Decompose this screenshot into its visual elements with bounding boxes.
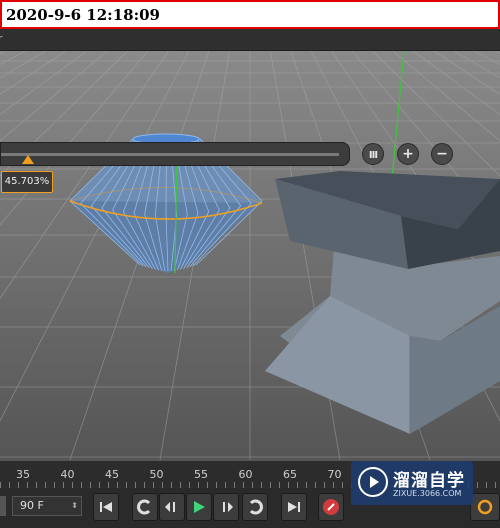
zoom-out-button[interactable]: − — [431, 143, 453, 165]
panels-button[interactable]: III — [362, 143, 384, 165]
goto-end-icon — [288, 502, 300, 512]
3d-viewport[interactable]: III + − 45.703% 网 — [0, 51, 500, 460]
next-key-icon — [249, 499, 263, 515]
viewport-menu-strip: r — [0, 29, 500, 51]
play-forwards-button[interactable] — [213, 493, 239, 521]
viewport-scene[interactable] — [0, 51, 500, 460]
timeline-tick-label: 65 — [283, 468, 297, 481]
timeline-tick-label: 70 — [327, 468, 342, 481]
stepper-icon[interactable]: ⬍ — [71, 497, 78, 515]
slider-value-tooltip: 45.703% — [1, 171, 53, 193]
timeline-tick-label: 60 — [238, 468, 253, 481]
panels-icon: III — [368, 150, 378, 161]
record-key-icon — [323, 499, 339, 515]
play-button[interactable] — [186, 493, 212, 521]
timeline-tick-label: 40 — [60, 468, 75, 481]
play-logo-icon — [358, 467, 388, 497]
timeline-tick-label: 50 — [149, 468, 164, 481]
timestamp-text: 2020-9-6 12:18:09 — [6, 6, 160, 24]
transport-left-handle[interactable] — [0, 496, 6, 516]
prev-key-button[interactable] — [132, 493, 158, 521]
record-button[interactable] — [318, 493, 344, 521]
goto-end-button[interactable] — [281, 493, 307, 521]
next-key-button[interactable] — [242, 493, 268, 521]
play-backwards-button[interactable] — [159, 493, 185, 521]
menu-partial-label[interactable]: r — [0, 32, 3, 45]
plus-icon: + — [402, 146, 414, 162]
timeline-tick-label: 35 — [16, 468, 30, 481]
timeline-tick-label: 45 — [105, 468, 119, 481]
frame-value: 90 F — [20, 499, 44, 512]
slider-track[interactable] — [1, 153, 339, 156]
watermark-title: 溜溜自学 — [393, 471, 465, 491]
goto-start-button[interactable] — [93, 493, 119, 521]
timestamp-bar: 2020-9-6 12:18:09 — [0, 0, 500, 29]
watermark-url: ZIXUE.3066.COM — [393, 489, 462, 498]
refresh-icon — [477, 499, 493, 515]
watermark-badge: 溜溜自学 ZIXUE.3066.COM — [351, 461, 473, 505]
minus-icon: − — [436, 146, 448, 162]
slider-thumb[interactable] — [22, 155, 35, 164]
play-backwards-icon — [165, 502, 175, 512]
play-forwards-icon — [223, 502, 233, 512]
prev-key-icon — [137, 499, 151, 515]
goto-start-icon — [100, 502, 112, 512]
zoom-in-button[interactable]: + — [397, 143, 419, 165]
auto-key-button[interactable] — [470, 493, 500, 521]
parameter-slider[interactable] — [0, 142, 350, 166]
play-icon — [194, 501, 205, 513]
frame-field[interactable]: 90 F ⬍ — [12, 496, 82, 516]
timeline-tick-label: 55 — [194, 468, 208, 481]
